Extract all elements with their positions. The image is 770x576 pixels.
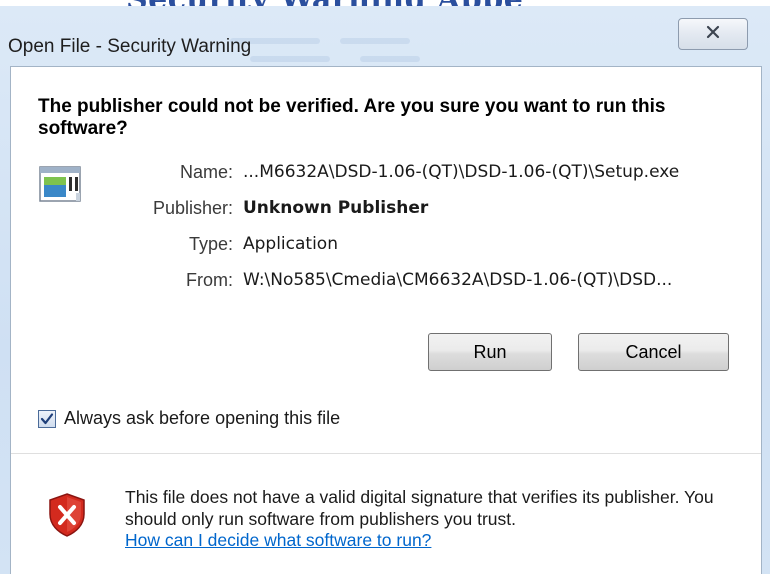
name-label: Name: [179,162,233,182]
shield-x-icon [47,492,87,543]
verification-question: The publisher could not be verified. Are… [38,96,666,139]
window-title: Open File - Security Warning [8,36,252,57]
type-value: Application [243,234,338,254]
close-x-icon [705,24,721,45]
help-link[interactable]: How can I decide what software to run? [125,530,431,551]
type-label: Type: [188,234,233,254]
publisher-row: Publisher: Unknown Publisher [11,198,761,224]
always-ask-label: Always ask before opening this file [64,408,341,428]
from-label: From: [186,270,233,290]
prompt-section: The publisher could not be verified. Are… [11,67,761,452]
name-value: ...M6632A\DSD-1.06-(QT)\DSD-1.06-(QT)\Se… [243,162,680,182]
from-value: W:\No585\Cmedia\CM6632A\DSD-1.06-(QT)\DS… [243,270,673,290]
name-row: Name: ...M6632A\DSD-1.06-(QT)\DSD-1.06-(… [11,162,761,188]
type-row: Type: Application [11,234,761,260]
close-button[interactable] [678,18,748,50]
signature-warning-text: This file does not have a valid digital … [125,487,714,529]
publisher-label: Publisher: [152,198,233,218]
publisher-value: Unknown Publisher [243,198,429,218]
from-row: From: W:\No585\Cmedia\CM6632A\DSD-1.06-(… [11,270,761,296]
run-button[interactable]: Run [428,333,552,371]
always-ask-checkbox[interactable] [38,410,56,428]
cancel-button[interactable]: Cancel [578,333,729,371]
dialog-content-panel: The publisher could not be verified. Are… [10,66,762,576]
warning-section: This file does not have a valid digital … [11,453,761,576]
